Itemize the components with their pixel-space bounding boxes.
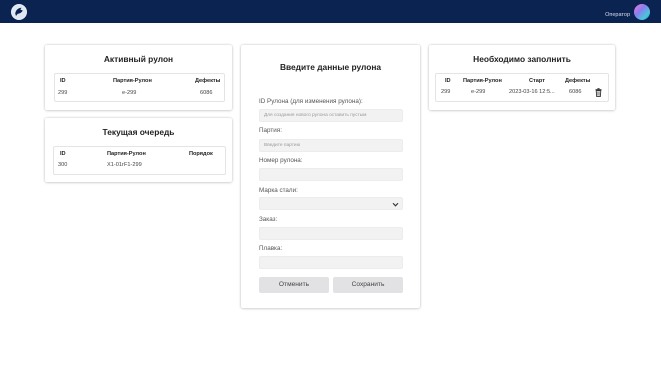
heat-input[interactable] — [259, 256, 403, 269]
batch-label: Партия: — [259, 127, 282, 134]
to-fill-title: Необходимо заполнить — [473, 54, 571, 64]
active-roll-title: Активный рулон — [103, 54, 174, 64]
active-roll-col-defects: Дефекты — [195, 78, 221, 84]
active-roll-col-id: ID — [60, 78, 66, 84]
queue-card: Текущая очередь ID Партия-Рулон Порядок … — [45, 118, 232, 182]
queue-col-order: Порядок — [189, 151, 213, 157]
cancel-button[interactable]: Отменить — [259, 277, 329, 293]
queue-batch: Х1-01гF1-299 — [107, 162, 142, 168]
roll-id-input[interactable]: Для создания нового рулона оставить пуст… — [259, 109, 403, 122]
roll-number-label: Номер рулона: — [259, 157, 303, 164]
steel-grade-select[interactable] — [259, 197, 403, 210]
roll-number-input[interactable] — [259, 168, 403, 181]
heat-label: Плавка: — [259, 245, 283, 252]
order-label: Заказ: — [259, 216, 278, 223]
top-navbar: Оператор — [0, 0, 661, 23]
queue-title: Текущая очередь — [102, 127, 175, 137]
roll-form-card: Введите данные рулона ID Рулона (для изм… — [241, 45, 420, 308]
logo-icon[interactable] — [11, 4, 27, 20]
active-roll-col-batch: Партия-Рулон — [113, 78, 152, 84]
operator-label: Оператор — [605, 12, 630, 18]
to-fill-start: 2023-03-16 12:5... — [509, 89, 555, 95]
queue-col-id: ID — [60, 151, 66, 157]
queue-table: ID Партия-Рулон Порядок 300 Х1-01гF1-299 — [53, 146, 226, 175]
queue-id: 300 — [58, 162, 68, 168]
roll-id-placeholder: Для создания нового рулона оставить пуст… — [264, 113, 367, 118]
form-title: Введите данные рулона — [279, 62, 382, 72]
to-fill-col-start: Старт — [529, 78, 545, 84]
active-roll-id: 299 — [58, 90, 68, 96]
batch-input[interactable]: Введите партию — [259, 139, 403, 152]
user-avatar[interactable] — [634, 4, 650, 20]
to-fill-col-defects: Дефекты — [565, 78, 591, 84]
to-fill-col-batch: Партия-Рулон — [463, 78, 502, 84]
order-input[interactable] — [259, 227, 403, 240]
chevron-down-icon — [392, 202, 399, 207]
active-roll-table: ID Партия-Рулон Дефекты 299 е-299 6086 — [54, 73, 225, 102]
to-fill-defects: 6086 — [569, 89, 582, 95]
to-fill-batch: е-299 — [471, 89, 486, 95]
batch-placeholder: Введите партию — [264, 143, 301, 148]
active-roll-card: Активный рулон ID Партия-Рулон Дефекты 2… — [45, 45, 232, 110]
to-fill-card: Необходимо заполнить ID Партия-Рулон Ста… — [429, 45, 615, 110]
steel-grade-label: Марка стали: — [259, 187, 298, 194]
active-roll-batch: е-299 — [122, 90, 137, 96]
to-fill-id: 299 — [441, 89, 451, 95]
queue-col-batch: Партия-Рулон — [107, 151, 146, 157]
trash-icon[interactable] — [595, 88, 602, 97]
to-fill-table: ID Партия-Рулон Старт Дефекты 299 е-299 … — [435, 73, 609, 102]
roll-id-label: ID Рулона (для изменения рулона): — [259, 98, 363, 105]
save-button[interactable]: Сохранить — [333, 277, 403, 293]
to-fill-col-id: ID — [445, 78, 451, 84]
active-roll-defects: 6086 — [200, 90, 213, 96]
